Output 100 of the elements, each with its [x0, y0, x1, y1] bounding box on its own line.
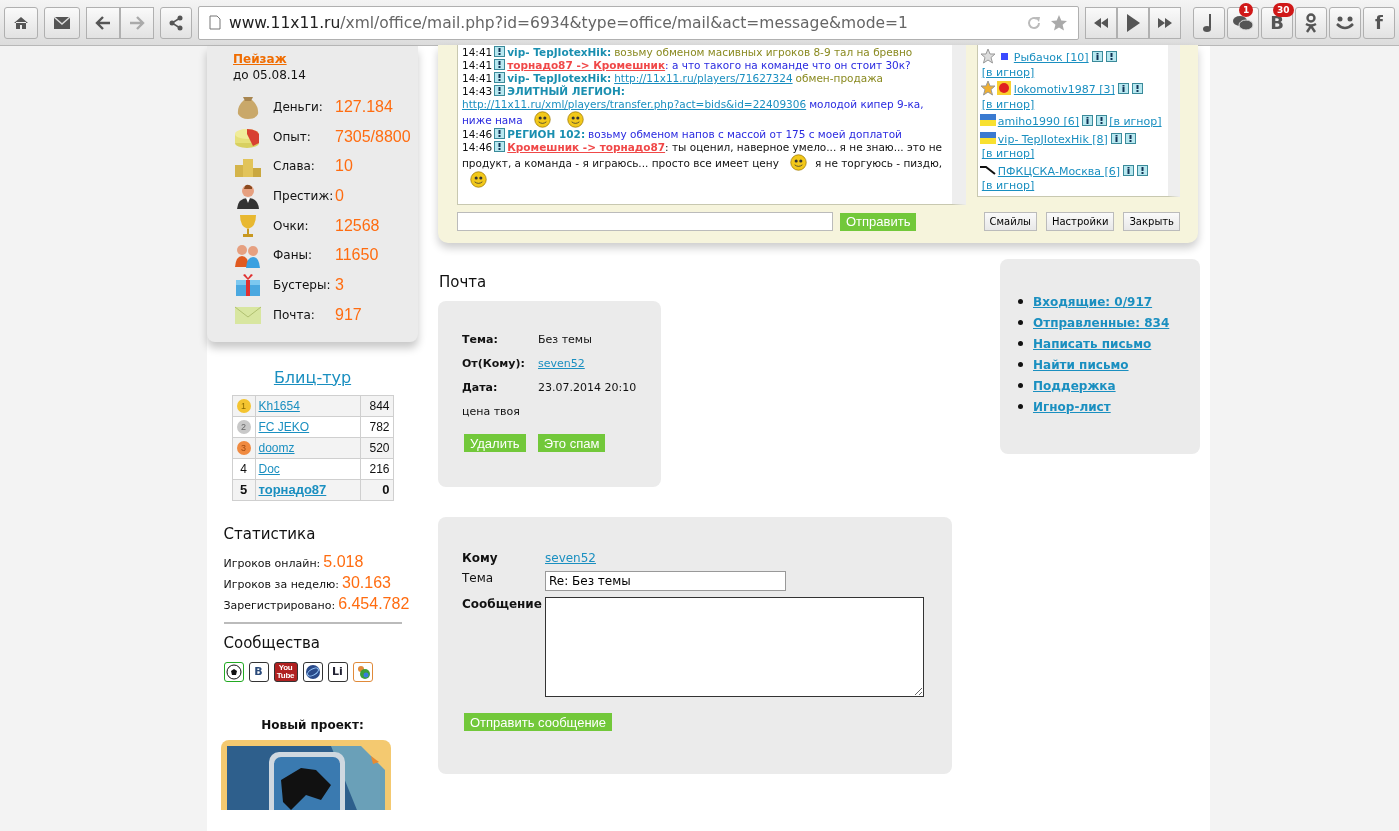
liveinternet-icon[interactable]: Li [327, 661, 348, 682]
address-bar[interactable]: www.11x11.ru/xml/office/mail.php?id=6934&type=office/mail&act=message&mode=1 [198, 5, 1079, 40]
ignore-link[interactable]: [в игнор] [1109, 115, 1162, 128]
chat-option-button[interactable]: Настройки [1045, 212, 1115, 231]
info-icon[interactable] [494, 128, 506, 139]
send-button[interactable]: Отправить [840, 212, 917, 231]
subject-label: Тема [462, 571, 495, 587]
info-icon[interactable] [1082, 115, 1094, 126]
ball-drawing [225, 663, 242, 680]
info-icon[interactable] [494, 85, 506, 96]
statistic-value: 6.454.782 [338, 594, 410, 613]
mail-button[interactable] [44, 6, 80, 39]
url-text: www.11x11.ru/xml/office/mail.php?id=6934&type=office/mail&act=message&mode=1 [229, 13, 909, 32]
info-icon[interactable] [494, 59, 506, 70]
subject-field[interactable]: Re: Без темы [545, 571, 786, 591]
ignore-link[interactable]: [в игнор] [981, 179, 1035, 192]
info-icon[interactable] [494, 72, 506, 83]
communities-heading: Сообщества [223, 633, 321, 652]
info-icon[interactable] [1091, 51, 1103, 62]
nickname-link[interactable]: vip- TepJIotexHik: [507, 46, 612, 58]
youtube-icon[interactable]: You Tube [273, 661, 298, 682]
vk-icon[interactable]: B [248, 661, 269, 682]
smiley-icon [566, 111, 584, 128]
player-link[interactable]: FC JEKO [258, 419, 310, 434]
page-icon [209, 15, 221, 30]
info-icon[interactable] [494, 141, 506, 152]
mail-menu-link[interactable]: Найти письмо [1033, 357, 1129, 372]
player-link[interactable]: торнадо87 [258, 482, 327, 497]
user-link[interactable]: lokomotiv1987 [3] [1013, 83, 1115, 96]
nickname-link[interactable]: vip- TepJIotexHik: [507, 72, 612, 84]
message-icon[interactable] [1124, 132, 1136, 144]
mail-menu-link[interactable]: Входящие: 0/917 [1033, 294, 1153, 309]
stat-value: 10 [335, 157, 353, 176]
ignore-link[interactable]: [в игнор] [981, 97, 1035, 111]
mail-menu-link[interactable]: Отправленные: 834 [1033, 315, 1170, 330]
ignore-link[interactable]: [в игнор] [981, 65, 1035, 79]
message-link[interactable]: http://11x11.ru/xml/players/transfer.php?act=bids&id=22409306 [462, 98, 807, 110]
nickname-link[interactable]: ЭЛИТНЫЙ ЛЕГИОН: [507, 85, 626, 97]
message-field[interactable] [545, 597, 924, 697]
star-icon [979, 80, 996, 96]
nickname-link[interactable]: Кромешник -> торнадо87 [507, 141, 666, 153]
sender-link[interactable]: seven52 [538, 357, 585, 381]
user-link[interactable]: ПФКЦСКА-Москва [6] [997, 164, 1121, 178]
rewind-button[interactable] [1085, 6, 1117, 39]
bullet-icon [1018, 320, 1023, 325]
info-icon[interactable] [1123, 164, 1135, 176]
message-action-button[interactable]: Удалить [464, 434, 526, 452]
emblem-icon [995, 80, 1012, 96]
music-button[interactable] [1193, 6, 1225, 39]
message-body: цена твоя [462, 405, 521, 420]
star-icon[interactable] [1050, 13, 1068, 32]
nickname-link[interactable]: РЕГИОН 102: [507, 128, 586, 140]
chat-message: 14:41 vip- TepJIotexHik: возьму обменом масивных игроков 8-9 тал на бревно [462, 46, 914, 59]
back-button[interactable] [86, 6, 120, 39]
recipient-link[interactable]: seven52 [545, 551, 596, 565]
player-link[interactable]: doomz [258, 440, 295, 455]
bullet-icon [1018, 341, 1023, 346]
smiley-icon [470, 171, 487, 188]
play-button[interactable] [1117, 6, 1149, 39]
message-icon[interactable] [1096, 115, 1108, 126]
player-link[interactable]: Doc [258, 461, 280, 476]
fast-forward-button[interactable] [1149, 6, 1181, 39]
message-link[interactable]: http://11x11.ru/players/71627324 [614, 72, 793, 84]
field-label: Дата: [462, 381, 499, 396]
chat-option-button[interactable]: Закрыть [1123, 212, 1180, 231]
message-icon[interactable] [1137, 164, 1149, 176]
info-icon[interactable] [1110, 132, 1122, 144]
tariff-link[interactable]: Пейзаж [233, 52, 287, 66]
user-link[interactable]: vip- TepJIotexHik [8] [997, 132, 1108, 146]
share-button[interactable] [160, 6, 192, 39]
envelope-icon [53, 15, 71, 30]
mail-menu-link[interactable]: Поддержка [1033, 378, 1116, 393]
statistics-heading: Статистика [223, 524, 317, 543]
odnoklassniki-button[interactable] [1295, 6, 1327, 39]
mail-menu-link[interactable]: Игнор-лист [1033, 399, 1111, 414]
chat-button[interactable] [1227, 6, 1259, 39]
chat-option-button[interactable]: Смайлы [983, 212, 1037, 231]
field-value: 23.07.2014 20:10 [538, 381, 637, 396]
notification-badge: 1 [1239, 2, 1254, 17]
medal-icon: 2 [236, 420, 251, 434]
send-message-button[interactable]: Отправить сообщение [464, 713, 613, 731]
chat-message: 14:41 vip- TepJIotexHik: http://11x11.ru/players/71627324 обмен-продажа [462, 72, 885, 85]
ignore-link[interactable]: [в игнор] [981, 147, 1035, 160]
chat-input[interactable] [457, 212, 833, 231]
message-icon[interactable] [1131, 83, 1143, 94]
globe-icon[interactable] [302, 661, 323, 682]
gift-icon [233, 271, 263, 298]
message-action-button[interactable]: Это спам [537, 434, 606, 452]
facebook-button[interactable]: f [1363, 6, 1395, 39]
user-link[interactable]: Рыбачок [10] [1013, 51, 1089, 64]
message-icon[interactable] [1105, 51, 1117, 62]
smile-button[interactable] [1329, 6, 1361, 39]
user-link[interactable]: amiho1990 [6] [997, 115, 1080, 128]
mail-menu-link[interactable]: Написать письмо [1033, 336, 1152, 351]
player-link[interactable]: Kh1654 [258, 398, 300, 413]
info-icon[interactable] [494, 46, 506, 57]
info-icon[interactable] [1117, 83, 1129, 94]
home-button[interactable] [4, 6, 38, 39]
globe-drawing [304, 663, 321, 680]
blitz-tour-link[interactable]: Блиц-тур [273, 367, 352, 387]
